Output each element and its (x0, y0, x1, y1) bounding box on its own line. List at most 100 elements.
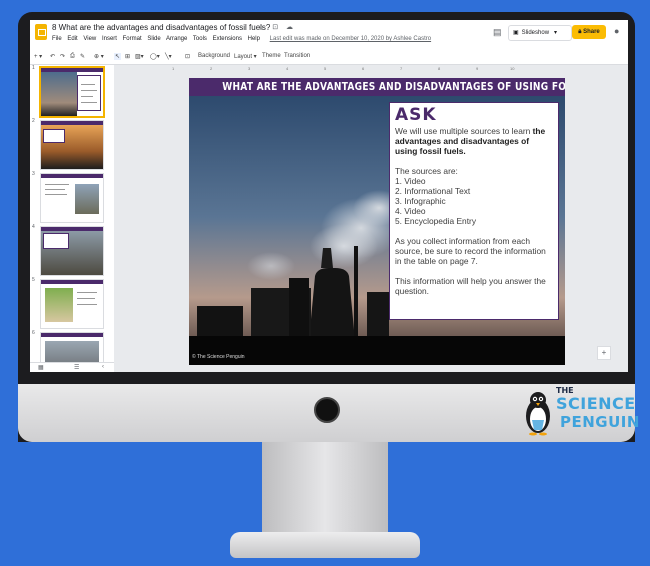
monitor-stand-base (230, 532, 420, 558)
undo-icon[interactable]: ↶ (50, 53, 55, 60)
sources-label: The sources are: (395, 166, 458, 176)
menu-bar: File Edit View Insert Format Slide Arran… (52, 36, 435, 42)
slide-number: 2 (32, 118, 35, 124)
ruler-tick: 5 (324, 66, 327, 71)
slide-thumbnail[interactable] (40, 279, 104, 329)
current-slide[interactable]: WHAT ARE THE ADVANTAGES AND DISADVANTAGE… (189, 78, 565, 365)
menu-extensions[interactable]: Extensions (213, 36, 242, 42)
star-move-cloud-icons[interactable]: ☆ ⊡ ☁ (258, 23, 296, 31)
transition-button[interactable]: Transition (284, 53, 310, 59)
comment-add-icon[interactable]: ⊡ (185, 53, 190, 60)
slide-number: 3 (32, 171, 35, 177)
slide-filmstrip[interactable]: 1 2 3 4 5 6 (30, 65, 114, 362)
menu-view[interactable]: View (83, 36, 96, 42)
ask-intro: We will use multiple sources to learn th… (395, 126, 553, 156)
last-edit-link[interactable]: Last edit was made on December 10, 2020 … (270, 36, 431, 42)
slide-thumbnail[interactable] (39, 66, 105, 118)
slide-thumbnail[interactable] (40, 332, 104, 362)
horizontal-ruler: 1 2 3 4 5 6 7 8 9 10 (136, 66, 516, 73)
menu-format[interactable]: Format (123, 36, 142, 42)
list-view-icon[interactable]: ☰ (74, 364, 79, 371)
intro-text: We will use multiple sources to learn (395, 126, 533, 136)
filmstrip-slide[interactable]: 2 (30, 118, 114, 170)
source-item: 1. Video (395, 176, 426, 186)
help-text: This information will help you answer th… (395, 276, 546, 296)
background-button[interactable]: Background (198, 53, 230, 59)
slides-app-icon[interactable] (35, 24, 47, 40)
filmstrip-footer: ▦ ☰ ‹ (30, 362, 114, 372)
sources-list: 1. Video 2. Informational Text 3. Infogr… (395, 176, 553, 226)
slide-thumbnail[interactable] (40, 120, 104, 170)
document-title[interactable]: 8 What are the advantages and disadvanta… (52, 23, 270, 32)
ruler-tick: 9 (476, 66, 479, 71)
science-penguin-logo: THE SCIENCE PENGUIN (522, 386, 639, 438)
select-cursor-icon[interactable]: ↖ (114, 53, 122, 60)
ruler-tick: 3 (248, 66, 251, 71)
menu-file[interactable]: File (52, 36, 62, 42)
source-item: 5. Encyclopedia Entry (395, 216, 477, 226)
brand-science: SCIENCE (556, 394, 636, 413)
ruler-tick: 4 (286, 66, 289, 71)
share-button[interactable]: 🔒︎ Share (572, 25, 606, 39)
ruler-tick: 10 (510, 66, 515, 71)
slide-thumbnail[interactable] (40, 226, 104, 276)
theme-button[interactable]: Theme (262, 53, 281, 59)
source-item: 3. Infographic (395, 196, 446, 206)
monitor-logo-dot (314, 397, 340, 423)
menu-slide[interactable]: Slide (147, 36, 160, 42)
paint-format-icon[interactable]: ✎ (80, 53, 85, 60)
slide-thumbnail[interactable] (40, 173, 104, 223)
menu-arrange[interactable]: Arrange (166, 36, 187, 42)
image-icon[interactable]: ▨▾ (135, 53, 144, 60)
print-icon[interactable]: ⎙ (70, 53, 75, 60)
filmstrip-slide[interactable]: 4 (30, 224, 114, 276)
monitor-stand (262, 442, 388, 538)
chevron-down-icon[interactable]: ▾ (554, 30, 557, 36)
ask-text-box[interactable]: ASK We will use multiple sources to lear… (389, 102, 559, 320)
toolbar: + ▾ ↶ ↷ ⎙ ✎ ⊕ ▾ ↖ ⊞ ▨▾ ◯▾ ╲▾ ⊡ Backgroun… (30, 50, 628, 65)
filmstrip-slide[interactable]: 5 (30, 277, 114, 329)
ruler-tick: 7 (400, 66, 403, 71)
textbox-icon[interactable]: ⊞ (125, 53, 130, 60)
ruler-tick: 2 (210, 66, 213, 71)
slide-number: 4 (32, 224, 35, 230)
menu-help[interactable]: Help (248, 36, 260, 42)
ruler-tick: 6 (362, 66, 365, 71)
ruler-tick: 8 (438, 66, 441, 71)
present-icon: ▣ (513, 30, 519, 36)
slideshow-button[interactable]: ▣ Slideshow ▾ (508, 25, 572, 41)
collect-instructions: As you collect information from each sou… (395, 236, 546, 266)
slide-number: 5 (32, 277, 35, 283)
account-avatar-icon[interactable]: ● (614, 26, 619, 36)
slideshow-label: Slideshow (521, 30, 550, 36)
ruler-tick: 1 (172, 66, 175, 71)
slide-title: WHAT ARE THE ADVANTAGES AND DISADVANTAGE… (222, 81, 565, 93)
share-label: Share (583, 29, 600, 35)
line-icon[interactable]: ╲▾ (165, 53, 172, 60)
menu-tools[interactable]: Tools (193, 36, 207, 42)
filmstrip-slide[interactable]: 1 (30, 65, 114, 118)
layout-button[interactable]: Layout ▾ (234, 53, 257, 60)
redo-icon[interactable]: ↷ (60, 53, 65, 60)
penguin-icon (526, 392, 550, 436)
filmstrip-slide[interactable]: 3 (30, 171, 114, 223)
ask-heading: ASK (395, 105, 437, 125)
new-slide-icon[interactable]: + ▾ (34, 53, 42, 60)
slide-number: 1 (32, 65, 35, 71)
menu-edit[interactable]: Edit (67, 36, 77, 42)
collapse-chevron-icon[interactable]: ‹ (102, 364, 104, 370)
slide-number: 6 (32, 330, 35, 336)
image-credit: © The Science Penguin (192, 354, 245, 360)
add-slide-plus-icon[interactable]: + (597, 346, 611, 360)
source-item: 4. Video (395, 206, 426, 216)
menu-insert[interactable]: Insert (102, 36, 117, 42)
comment-history-icon[interactable]: ▤ (493, 27, 502, 38)
title-bar: 8 What are the advantages and disadvanta… (30, 20, 628, 50)
lock-icon: 🔒︎ (578, 29, 582, 35)
zoom-icon[interactable]: ⊕ ▾ (94, 53, 104, 60)
slide-banner: WHAT ARE THE ADVANTAGES AND DISADVANTAGE… (189, 78, 565, 96)
shape-icon[interactable]: ◯▾ (150, 53, 160, 60)
source-item: 2. Informational Text (395, 186, 471, 196)
filmstrip-slide[interactable]: 6 (30, 330, 114, 362)
grid-view-icon[interactable]: ▦ (38, 364, 44, 371)
